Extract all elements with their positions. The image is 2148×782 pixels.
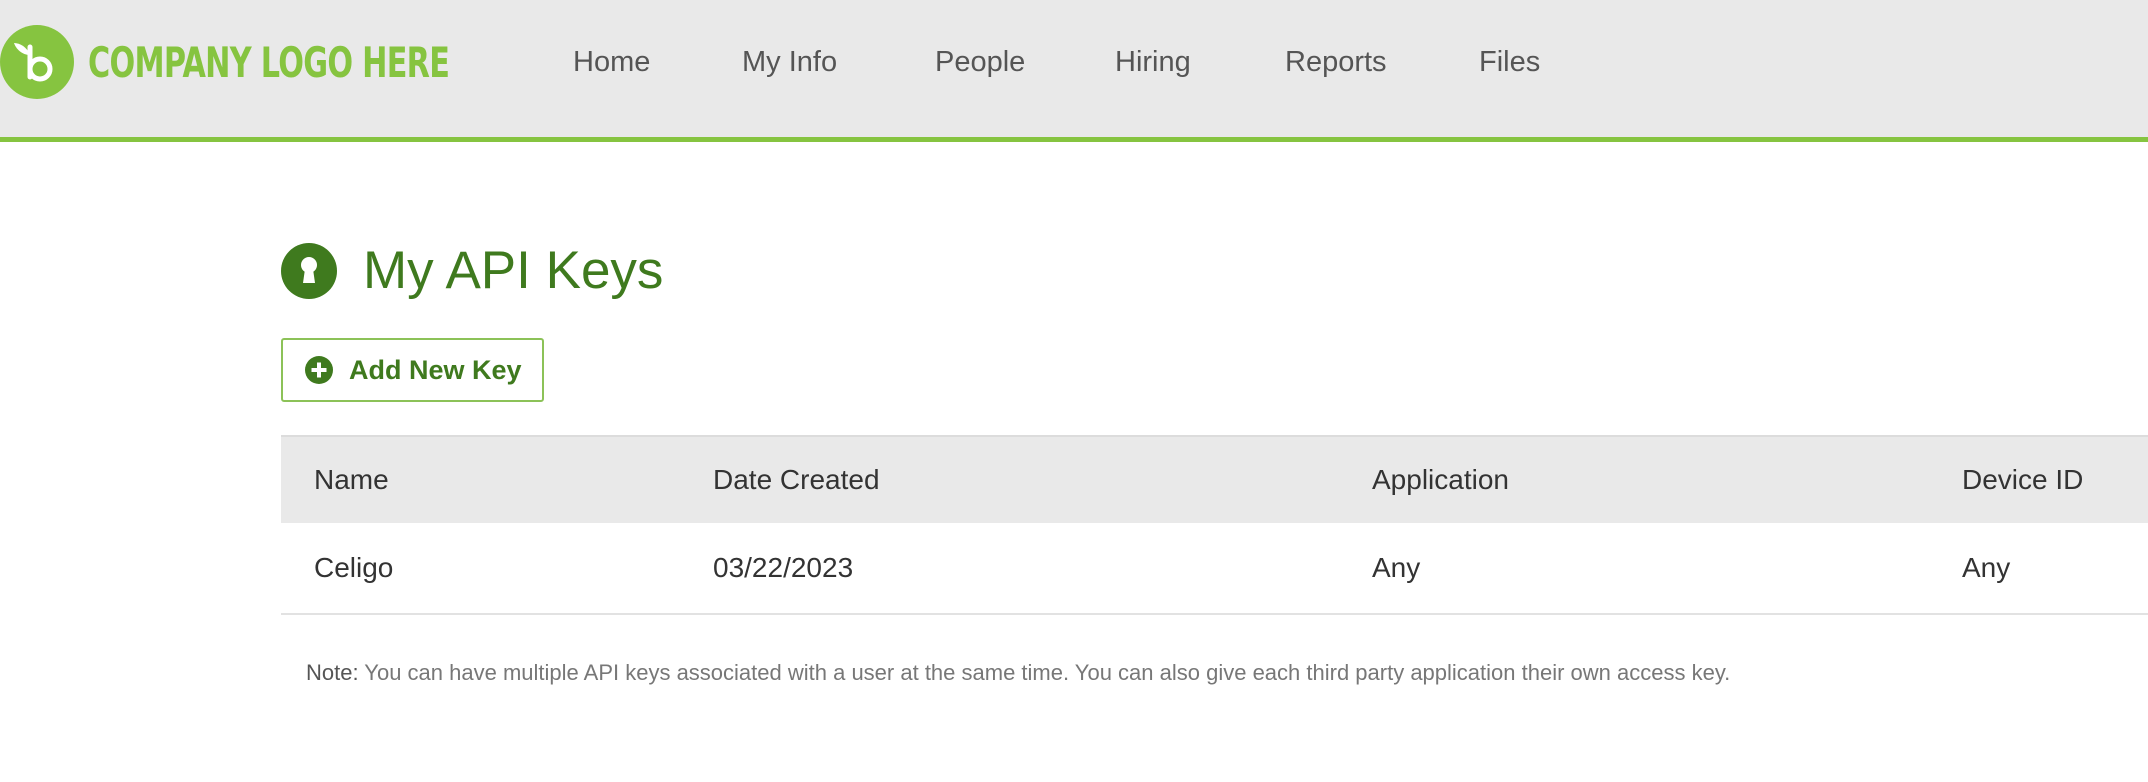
column-header-application[interactable]: Application xyxy=(1372,437,1509,523)
cell-application: Any xyxy=(1372,552,1421,583)
table-row[interactable]: Celigo 03/22/2023 Any Any xyxy=(281,523,2148,615)
nav-item-files[interactable]: Files xyxy=(1479,46,1540,79)
column-header-device-id[interactable]: Device ID xyxy=(1962,437,2083,523)
table-header: Name Date Created Application Device ID xyxy=(281,435,2148,523)
note-text: You can have multiple API keys associate… xyxy=(358,660,1731,685)
add-new-key-label: Add New Key xyxy=(349,354,522,385)
nav-item-people[interactable]: People xyxy=(935,46,1025,79)
nav-item-home[interactable]: Home xyxy=(573,46,650,79)
company-logo[interactable]: COMPANY LOGO HERE xyxy=(0,24,590,100)
bamboo-leaf-icon xyxy=(0,25,74,99)
note-label: Note: xyxy=(306,660,359,685)
top-navigation-bar: COMPANY LOGO HERE Home My Info People Hi… xyxy=(0,0,2148,142)
cell-date-created: 03/22/2023 xyxy=(713,552,854,583)
nav-item-reports[interactable]: Reports xyxy=(1285,46,1387,79)
cell-name[interactable]: Celigo xyxy=(314,523,393,613)
logo-text: COMPANY LOGO HERE xyxy=(88,37,450,87)
api-keys-table: Name Date Created Application Device ID … xyxy=(281,435,2148,615)
column-header-name[interactable]: Name xyxy=(314,437,389,523)
add-new-key-button[interactable]: Add New Key xyxy=(281,338,544,402)
page-title: My API Keys xyxy=(363,241,664,300)
keyhole-icon xyxy=(281,242,337,299)
page-header: My API Keys xyxy=(281,240,663,301)
nav-item-my-info[interactable]: My Info xyxy=(742,46,837,79)
api-keys-note: Note: You can have multiple API keys ass… xyxy=(306,660,1730,686)
column-header-date-created[interactable]: Date Created xyxy=(713,437,880,523)
cell-device-id: Any xyxy=(1962,552,2011,583)
nav-item-hiring[interactable]: Hiring xyxy=(1115,46,1191,79)
plus-circle-icon xyxy=(305,356,333,384)
